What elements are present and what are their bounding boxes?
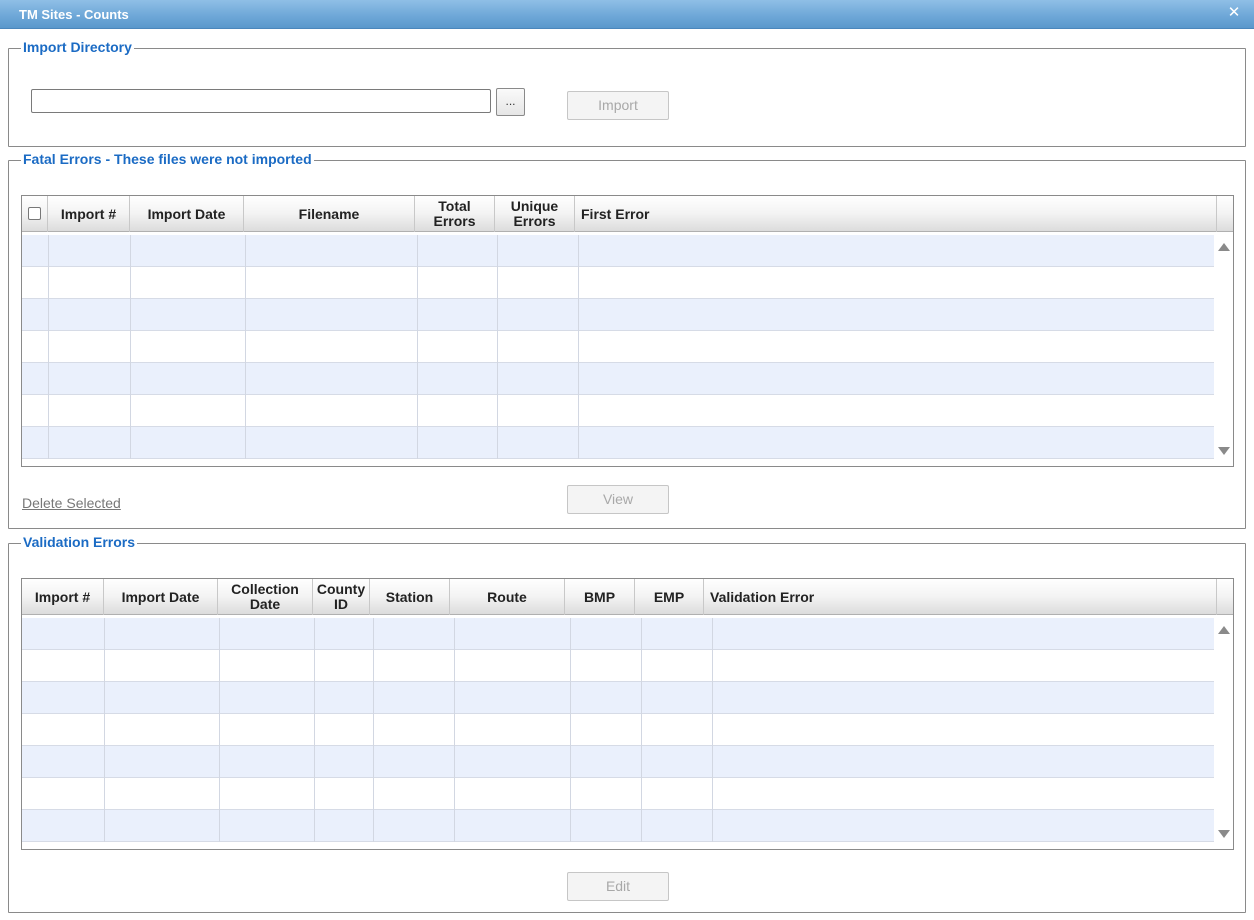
table-row[interactable] xyxy=(22,267,1214,299)
col-first-error[interactable]: First Error xyxy=(575,196,1217,232)
table-row[interactable] xyxy=(22,331,1214,363)
browse-button[interactable]: ... xyxy=(496,88,525,116)
scroll-up-icon[interactable] xyxy=(1218,626,1230,634)
table-row[interactable] xyxy=(22,299,1214,331)
table-row[interactable] xyxy=(22,746,1214,778)
column-divider xyxy=(373,618,374,842)
edit-button[interactable]: Edit xyxy=(567,872,669,901)
column-divider xyxy=(578,235,579,459)
select-all-cell xyxy=(22,196,48,232)
column-divider xyxy=(245,235,246,459)
col-unique-errors[interactable]: Unique Errors xyxy=(495,196,575,232)
col-import-number[interactable]: Import # xyxy=(22,579,104,615)
scroll-up-icon[interactable] xyxy=(1218,243,1230,251)
column-divider xyxy=(497,235,498,459)
col-bmp[interactable]: BMP xyxy=(565,579,635,615)
col-collection-date[interactable]: Collection Date xyxy=(218,579,313,615)
col-route[interactable]: Route xyxy=(450,579,565,615)
column-divider xyxy=(417,235,418,459)
fatal-errors-grid-body xyxy=(22,235,1214,459)
validation-errors-group: Validation Errors Import # Import Date C… xyxy=(8,534,1246,913)
col-import-date[interactable]: Import Date xyxy=(130,196,244,232)
view-button[interactable]: View xyxy=(567,485,669,514)
import-directory-legend: Import Directory xyxy=(21,39,134,55)
table-row[interactable] xyxy=(22,395,1214,427)
close-icon[interactable]: ✕ xyxy=(1226,5,1242,21)
col-county-id[interactable]: County ID xyxy=(313,579,370,615)
table-row[interactable] xyxy=(22,650,1214,682)
validation-errors-grid: Import # Import Date Collection Date Cou… xyxy=(21,578,1234,850)
fatal-errors-grid-header: Import # Import Date Filename Total Erro… xyxy=(22,196,1233,232)
column-divider xyxy=(712,618,713,842)
col-emp[interactable]: EMP xyxy=(635,579,704,615)
col-import-number[interactable]: Import # xyxy=(48,196,130,232)
table-row[interactable] xyxy=(22,810,1214,842)
scroll-down-icon[interactable] xyxy=(1218,830,1230,838)
col-filename[interactable]: Filename xyxy=(244,196,415,232)
column-divider xyxy=(314,618,315,842)
table-row[interactable] xyxy=(22,363,1214,395)
import-button[interactable]: Import xyxy=(567,91,669,120)
table-row[interactable] xyxy=(22,714,1214,746)
window-titlebar: TM Sites - Counts ✕ xyxy=(0,0,1254,29)
window-title: TM Sites - Counts xyxy=(19,7,129,22)
column-divider xyxy=(130,235,131,459)
validation-errors-grid-body xyxy=(22,618,1214,842)
validation-errors-grid-header: Import # Import Date Collection Date Cou… xyxy=(22,579,1233,615)
column-divider xyxy=(219,618,220,842)
import-path-input[interactable] xyxy=(31,89,491,113)
table-row[interactable] xyxy=(22,427,1214,459)
fatal-errors-group: Fatal Errors - These files were not impo… xyxy=(8,151,1246,529)
table-row[interactable] xyxy=(22,235,1214,267)
column-divider xyxy=(570,618,571,842)
col-total-errors[interactable]: Total Errors xyxy=(415,196,495,232)
fatal-errors-legend: Fatal Errors - These files were not impo… xyxy=(21,151,314,167)
column-divider xyxy=(641,618,642,842)
delete-selected-link[interactable]: Delete Selected xyxy=(22,495,121,511)
column-divider xyxy=(104,618,105,842)
scroll-down-icon[interactable] xyxy=(1218,447,1230,455)
column-divider xyxy=(454,618,455,842)
table-row[interactable] xyxy=(22,618,1214,650)
col-station[interactable]: Station xyxy=(370,579,450,615)
col-validation-error[interactable]: Validation Error xyxy=(704,579,1217,615)
col-import-date[interactable]: Import Date xyxy=(104,579,218,615)
column-divider xyxy=(48,235,49,459)
select-all-checkbox[interactable] xyxy=(28,207,41,220)
fatal-errors-grid: Import # Import Date Filename Total Erro… xyxy=(21,195,1234,467)
table-row[interactable] xyxy=(22,778,1214,810)
table-row[interactable] xyxy=(22,682,1214,714)
validation-errors-legend: Validation Errors xyxy=(21,534,138,550)
import-directory-group: Import Directory ... Import xyxy=(8,39,1246,147)
